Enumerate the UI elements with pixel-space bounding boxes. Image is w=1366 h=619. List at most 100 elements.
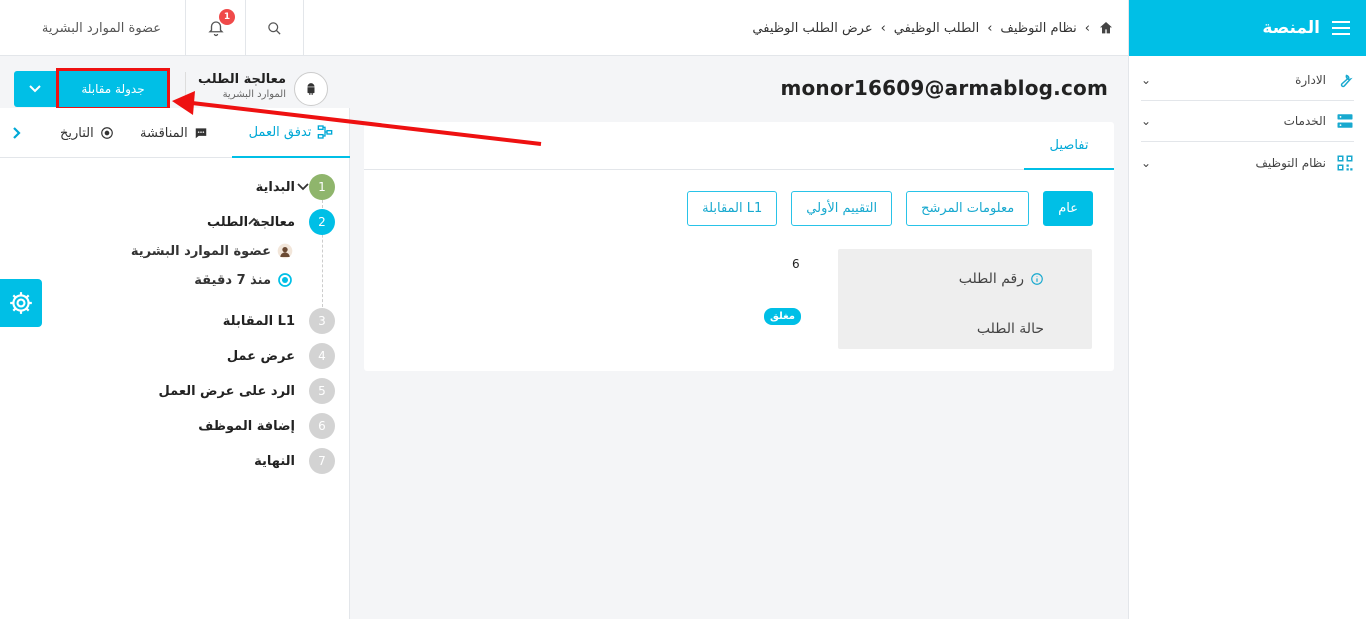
workflow-icon	[318, 125, 333, 139]
user-menu[interactable]: عضوة الموارد البشرية	[18, 0, 186, 56]
info-icon[interactable]	[1030, 272, 1044, 286]
workflow-step[interactable]: 1 البداية	[256, 174, 335, 200]
step-label: إضافة الموظف	[198, 418, 295, 434]
details-subtabs: عام معلومات المرشح التقييم الأولي المقاب…	[687, 191, 1093, 226]
workflow-step[interactable]: 7 النهاية	[254, 448, 335, 474]
process-title: معالجة الطلب الموارد البشرية	[198, 72, 286, 100]
menu-icon[interactable]	[1332, 20, 1350, 36]
chat-icon	[195, 128, 207, 139]
chevron-right-icon	[13, 127, 21, 139]
chevron-left-icon: ‹	[1084, 20, 1090, 36]
search-button[interactable]	[246, 0, 304, 56]
tab-details-label: تفاصيل	[1049, 137, 1089, 153]
tabs-scroll-button[interactable]	[12, 108, 22, 158]
step-number: 5	[309, 378, 335, 404]
schedule-interview-label: جدولة مقابلة	[81, 82, 145, 96]
search-icon	[268, 21, 281, 35]
sidebar-item-label: نظام التوظيف	[1255, 155, 1327, 170]
sidebar-item-recruitment[interactable]: ⌄ نظام التوظيف	[1141, 142, 1354, 183]
notifications-button[interactable]	[186, 0, 246, 56]
step-number: 6	[309, 413, 335, 439]
step-label: البداية	[255, 179, 295, 195]
process-subtitle: الموارد البشرية	[222, 89, 286, 100]
status-badge: مغلق	[764, 308, 801, 325]
user-avatar-icon	[277, 243, 293, 259]
request-status-label: حالة الطلب	[976, 321, 1044, 337]
chevron-up-icon[interactable]	[247, 215, 261, 229]
server-icon	[1336, 112, 1354, 130]
schedule-interview-button[interactable]: جدولة مقابلة	[56, 68, 170, 110]
sidebar: المنصة ⌄ الادارة ⌄ الخدمات ⌄ نظام التوظي…	[1128, 0, 1366, 619]
step-label: المقابلة L1	[222, 313, 295, 329]
breadcrumb: ‹ نظام التوظيف ‹ الطلب الوظيفي ‹ عرض الط…	[752, 0, 1114, 56]
step-number: 2	[309, 209, 335, 235]
subtab-general[interactable]: عام	[1043, 191, 1093, 226]
step-label: الرد على عرض العمل	[158, 383, 295, 399]
radio-selected-icon	[277, 272, 293, 288]
step-number: 4	[309, 343, 335, 369]
breadcrumb-view-request: عرض الطلب الوظيفي	[752, 20, 873, 36]
subtab-interview-l1[interactable]: المقابلة L1	[687, 191, 778, 226]
sidebar-item-administration[interactable]: ⌄ الادارة	[1141, 60, 1354, 101]
qr-icon	[1336, 154, 1354, 172]
time-ago: منذ 7 دقيقة	[194, 272, 271, 288]
workflow-step[interactable]: 3 المقابلة L1	[223, 308, 335, 334]
workflow-step[interactable]: 6 إضافة الموظف	[198, 413, 335, 439]
actions-dropdown-button[interactable]	[14, 71, 56, 107]
android-avatar	[294, 72, 328, 106]
breadcrumb-job-request[interactable]: الطلب الوظيفي	[894, 21, 979, 36]
step-number: 1	[309, 174, 335, 200]
tab-discussion-label: المناقشة	[140, 125, 188, 141]
workflow-step[interactable]: 2 معالجة الطلب	[207, 209, 335, 235]
chevron-down-icon	[29, 85, 41, 93]
workflow-step[interactable]: 4 عرض عمل	[227, 343, 335, 369]
step-number: 3	[309, 308, 335, 334]
header-divider	[185, 72, 186, 106]
android-icon	[307, 83, 315, 95]
notification-badge: 1	[219, 9, 235, 25]
workflow-step[interactable]: 5 الرد على عرض العمل	[159, 378, 335, 404]
workflow-panel: تدفق العمل المناقشة التاريخ 1 البداية 2 …	[0, 108, 350, 619]
home-icon[interactable]	[1098, 20, 1114, 36]
tab-details[interactable]: تفاصيل	[1024, 122, 1114, 170]
applicant-email: monor16609@armablog.com	[780, 76, 1108, 100]
request-number-label: رقم الطلب	[958, 271, 1024, 287]
settings-button[interactable]	[0, 279, 42, 327]
card-tabs: تفاصيل	[364, 122, 1114, 170]
user-name: عضوة الموارد البشرية	[41, 20, 162, 36]
step-label: عرض عمل	[226, 348, 295, 364]
step-number: 7	[309, 448, 335, 474]
sidebar-item-services[interactable]: ⌄ الخدمات	[1141, 101, 1354, 142]
chevron-down-icon: ⌄	[1141, 73, 1152, 87]
sidebar-item-label: الخدمات	[1283, 114, 1326, 128]
brand-title: المنصة	[1262, 18, 1320, 38]
chevron-left-icon: ‹	[987, 20, 993, 36]
tab-history-label: التاريخ	[60, 125, 94, 141]
chevron-left-icon: ‹	[880, 20, 886, 36]
request-info-box: رقم الطلب حالة الطلب	[838, 249, 1092, 349]
history-icon	[100, 127, 113, 139]
chevron-down-icon[interactable]	[296, 180, 310, 194]
tab-history[interactable]: التاريخ	[60, 108, 114, 158]
step-time: منذ 7 دقيقة	[194, 272, 293, 288]
step-label: النهاية	[254, 453, 295, 469]
assignee-name: عضوة الموارد البشرية	[130, 243, 271, 259]
sidebar-item-label: الادارة	[1295, 73, 1326, 87]
chevron-down-icon: ⌄	[1141, 114, 1152, 128]
subtab-candidate-info[interactable]: معلومات المرشح	[906, 191, 1030, 226]
request-number-value: 6	[792, 257, 800, 271]
workflow-tabs: تدفق العمل المناقشة التاريخ	[0, 108, 350, 158]
process-title-text: معالجة الطلب	[198, 72, 286, 87]
tab-workflow-label: تدفق العمل	[248, 124, 312, 140]
gear-icon	[10, 292, 32, 314]
chevron-down-icon: ⌄	[1141, 155, 1152, 170]
step-assignee: عضوة الموارد البشرية	[131, 243, 293, 259]
request-number-row: رقم الطلب	[959, 271, 1044, 287]
breadcrumb-recruitment[interactable]: نظام التوظيف	[1000, 21, 1076, 36]
top-bar: عضوة الموارد البشرية 1 ‹ نظام التوظيف ‹ …	[0, 0, 1128, 56]
tab-workflow[interactable]: تدفق العمل	[232, 108, 350, 158]
tab-discussion[interactable]: المناقشة	[140, 108, 208, 158]
subtab-initial-evaluation[interactable]: التقييم الأولي	[791, 191, 893, 226]
sidebar-brand: المنصة	[1129, 0, 1366, 56]
details-card: تفاصيل عام معلومات المرشح التقييم الأولي…	[364, 122, 1114, 371]
